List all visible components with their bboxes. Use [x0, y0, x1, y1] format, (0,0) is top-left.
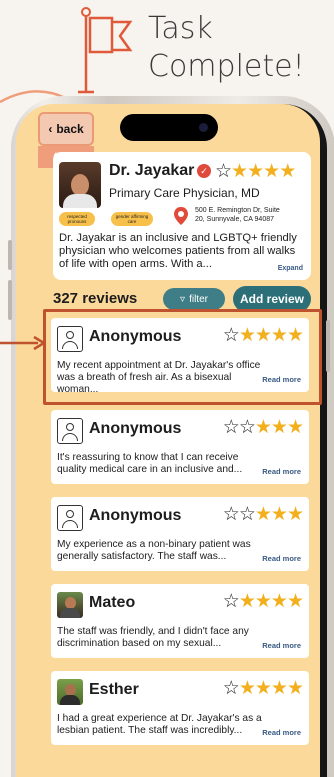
star-filled-icon: ★: [254, 504, 272, 525]
review-card[interactable]: Mateo ☆★★★★ The staff was friendly, and …: [51, 584, 309, 658]
user-placeholder-icon: [57, 505, 83, 531]
star-empty-icon: ☆: [222, 591, 240, 612]
star-filled-icon: ★: [263, 161, 280, 182]
star-filled-icon: ★: [270, 591, 288, 612]
arrow-right-icon: [0, 335, 46, 351]
star-filled-icon: ★: [254, 678, 272, 699]
star-empty-icon: ☆: [238, 417, 256, 438]
review-rating-stars: ☆☆★★★: [222, 416, 304, 439]
star-filled-icon: ★: [270, 678, 288, 699]
address-line-2: 20, Sunnyvale, CA 94087: [195, 216, 275, 223]
address-line-1: 500 E. Remington Dr, Suite: [195, 207, 280, 214]
reviewer-photo: [57, 592, 83, 618]
star-empty-icon: ☆: [238, 504, 256, 525]
back-label: back: [56, 122, 84, 136]
review-rating-stars: ☆☆★★★: [222, 503, 304, 526]
volume-button: [8, 240, 12, 270]
review-card[interactable]: Anonymous ☆☆★★★ My experience as a non-b…: [51, 497, 309, 571]
star-empty-icon: ☆: [222, 678, 240, 699]
star-filled-icon: ★: [286, 678, 304, 699]
filter-label: filter: [189, 293, 208, 305]
star-empty-icon: ☆: [215, 161, 232, 182]
doctor-description: Dr. Jayakar is an inclusive and LGBTQ+ f…: [59, 232, 297, 270]
star-filled-icon: ★: [238, 678, 256, 699]
doctor-card: Dr. Jayakar ✓ ☆★★★★ Primary Care Physici…: [53, 152, 311, 280]
doctor-name: Dr. Jayakar: [109, 162, 195, 179]
read-more-link[interactable]: Read more: [262, 641, 301, 650]
filter-button[interactable]: ▿ filter: [163, 288, 225, 310]
reviewer-name: Esther: [89, 681, 139, 698]
task-line-1: Task: [148, 11, 213, 46]
star-filled-icon: ★: [286, 417, 304, 438]
star-filled-icon: ★: [286, 504, 304, 525]
star-filled-icon: ★: [270, 417, 288, 438]
volume-button: [8, 280, 12, 320]
review-card[interactable]: Esther ☆★★★★ I had a great experience at…: [51, 671, 309, 745]
reviewer-photo: [57, 679, 83, 705]
task-line-2: Complete!: [148, 49, 305, 84]
dynamic-island: [120, 114, 218, 141]
reviewer-name: Mateo: [89, 594, 136, 611]
reviews-count: 327 reviews: [53, 290, 138, 307]
read-more-link[interactable]: Read more: [262, 728, 301, 737]
review-text: It's reassuring to know that I can recei…: [57, 452, 243, 475]
back-button[interactable]: ‹ back: [38, 112, 94, 146]
review-text: My experience as a non-binary patient wa…: [57, 539, 251, 562]
doctor-address: 500 E. Remington Dr, Suite 20, Sunnyvale…: [195, 206, 305, 224]
doctor-title: Primary Care Physician, MD: [109, 186, 260, 200]
review-rating-stars: ☆★★★★: [222, 590, 304, 613]
star-filled-icon: ★: [247, 161, 264, 182]
review-text: I had a great experience at Dr. Jayakar'…: [57, 713, 262, 736]
chevron-left-icon: ‹: [48, 122, 53, 136]
review-rating-stars: ☆★★★★: [222, 677, 304, 700]
star-filled-icon: ★: [231, 161, 248, 182]
doctor-rating-stars: ☆★★★★: [215, 160, 296, 183]
star-filled-icon: ★: [279, 161, 296, 182]
power-button: [326, 320, 330, 372]
location-pin-icon: [174, 207, 188, 225]
star-filled-icon: ★: [286, 591, 304, 612]
badge-respected-pronouns: respected pronouns: [59, 212, 95, 226]
doctor-avatar: [59, 162, 101, 208]
review-text: The staff was friendly, and I didn't fac…: [57, 626, 249, 649]
star-filled-icon: ★: [270, 504, 288, 525]
expand-link[interactable]: Expand: [278, 265, 303, 272]
star-filled-icon: ★: [254, 417, 272, 438]
read-more-link[interactable]: Read more: [262, 467, 301, 476]
user-placeholder-icon: [57, 418, 83, 444]
badge-gender-affirming: gender affirming care: [111, 212, 153, 226]
task-complete-annotation: Task Complete!: [78, 4, 328, 96]
camera-icon: [199, 123, 208, 132]
task-complete-text: Task Complete!: [148, 10, 305, 86]
star-filled-icon: ★: [238, 591, 256, 612]
highlight-box: [43, 309, 322, 405]
star-filled-icon: ★: [254, 591, 272, 612]
filter-icon: ▿: [180, 293, 186, 305]
reviewer-name: Anonymous: [89, 420, 182, 437]
star-empty-icon: ☆: [222, 504, 240, 525]
read-more-link[interactable]: Read more: [262, 554, 301, 563]
star-empty-icon: ☆: [222, 417, 240, 438]
reviewer-name: Anonymous: [89, 507, 182, 524]
verified-icon: ✓: [197, 164, 211, 178]
review-card[interactable]: Anonymous ☆☆★★★ It's reassuring to know …: [51, 410, 309, 484]
